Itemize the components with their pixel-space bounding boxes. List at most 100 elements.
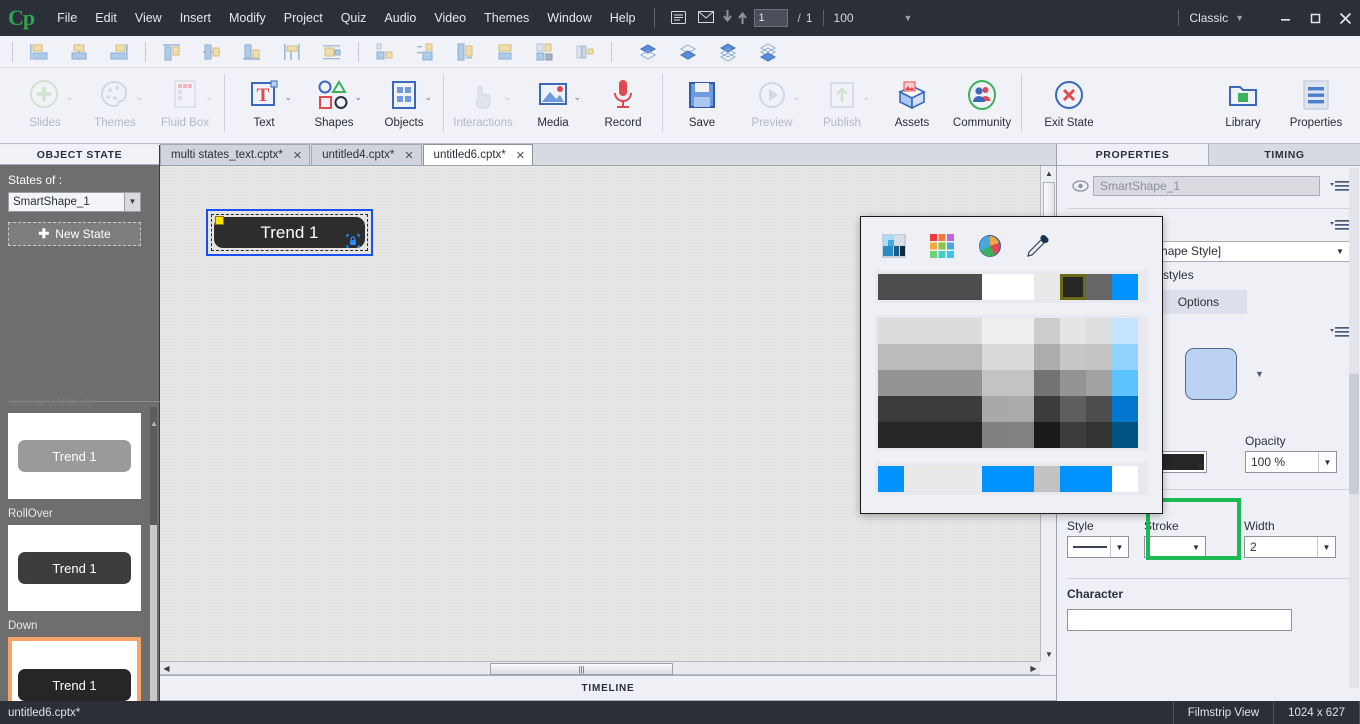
page-number-input[interactable]: 1 [754, 9, 789, 27]
swatches-icon[interactable] [879, 231, 909, 261]
color-swatch[interactable] [1034, 344, 1060, 370]
opacity-chevron-down-icon[interactable]: ▼ [1318, 452, 1336, 472]
menu-project[interactable]: Project [275, 7, 332, 29]
menu-file[interactable]: File [48, 7, 86, 29]
mail-icon[interactable] [698, 11, 715, 25]
media-button[interactable]: ⌄ Media [518, 68, 588, 140]
shape-preview-chevron-down-icon[interactable]: ▼ [1255, 369, 1264, 379]
color-swatch[interactable] [1060, 318, 1086, 344]
opacity-input[interactable]: 100 % ▼ [1245, 451, 1337, 473]
color-swatch[interactable] [1008, 396, 1034, 422]
themes-chevron-down-icon[interactable]: ⌄ [135, 92, 143, 103]
canvas-scroll-right-icon[interactable]: ▶ [1027, 662, 1040, 674]
match-size-icon[interactable] [565, 38, 605, 66]
color-swatch[interactable] [930, 396, 956, 422]
color-swatch[interactable] [1008, 344, 1034, 370]
scroll-up-icon[interactable]: ▲ [150, 419, 158, 428]
interactions-chevron-down-icon[interactable]: ⌄ [503, 92, 511, 103]
resize-handle-top-left[interactable] [215, 216, 224, 225]
move-down-icon[interactable] [723, 9, 733, 27]
send-to-back-icon[interactable] [668, 38, 708, 66]
color-picker-popup[interactable] [860, 216, 1163, 514]
color-swatch[interactable] [1034, 396, 1060, 422]
color-swatch[interactable] [1086, 344, 1112, 370]
menu-insert[interactable]: Insert [171, 7, 220, 29]
color-swatch[interactable] [1034, 370, 1060, 396]
color-swatch[interactable] [982, 344, 1008, 370]
properties-tab-bar[interactable]: PROPERTIES TIMING [1057, 144, 1360, 166]
color-swatch[interactable] [1008, 318, 1034, 344]
text-button[interactable]: T ⌄ Text [229, 68, 299, 140]
preview-chevron-down-icon[interactable]: ⌄ [792, 92, 800, 103]
color-swatch[interactable] [1060, 422, 1086, 448]
color-swatch[interactable] [930, 318, 956, 344]
color-swatch[interactable] [1112, 274, 1138, 300]
objects-button[interactable]: ⌄ Objects [369, 68, 439, 140]
color-swatch[interactable] [1034, 422, 1060, 448]
color-swatch[interactable] [1060, 466, 1086, 492]
color-swatch[interactable] [904, 274, 930, 300]
color-wheel-icon[interactable] [975, 231, 1005, 261]
state-object-select[interactable]: SmartShape_1 ▼ [8, 192, 141, 212]
slides-button[interactable]: ⌄ Slides [10, 68, 80, 140]
color-swatch[interactable] [930, 274, 956, 300]
color-swatch[interactable] [982, 370, 1008, 396]
color-swatch[interactable] [930, 370, 956, 396]
maximize-icon[interactable] [1300, 0, 1330, 36]
color-swatch[interactable] [878, 396, 904, 422]
subtab-options[interactable]: Options [1149, 290, 1248, 314]
document-tab-1[interactable]: untitled4.cptx* ✕ [311, 144, 422, 165]
fluid-box-button[interactable]: ⌄ Fluid Box [150, 68, 220, 140]
save-button[interactable]: Save [667, 68, 737, 140]
color-grid-icon[interactable] [927, 231, 957, 261]
resize-both-icon[interactable] [525, 38, 565, 66]
color-swatch[interactable] [1060, 274, 1086, 300]
color-swatch[interactable] [1086, 466, 1112, 492]
menu-modify[interactable]: Modify [220, 7, 275, 29]
color-swatch[interactable] [904, 370, 930, 396]
color-swatch[interactable] [1112, 370, 1138, 396]
color-swatch[interactable] [982, 422, 1008, 448]
send-backward-icon[interactable] [748, 38, 788, 66]
align-center-icon[interactable] [59, 38, 99, 66]
color-swatch[interactable] [878, 466, 904, 492]
color-swatch[interactable] [878, 422, 904, 448]
resize-height-icon[interactable] [485, 38, 525, 66]
object-menu-icon[interactable] [1320, 178, 1350, 194]
bring-to-front-icon[interactable] [628, 38, 668, 66]
zoom-level[interactable]: 100 [834, 11, 854, 25]
canvas-scroll-down-icon[interactable]: ▼ [1041, 647, 1057, 661]
minimize-icon[interactable] [1270, 0, 1300, 36]
color-swatch[interactable] [878, 318, 904, 344]
color-swatch[interactable] [1034, 318, 1060, 344]
status-view-mode[interactable]: Filmstrip View [1172, 701, 1273, 724]
eyedropper-icon[interactable] [1023, 231, 1053, 261]
color-swatch[interactable] [1086, 274, 1112, 300]
assets-button[interactable]: Assets [877, 68, 947, 140]
preview-button[interactable]: ⌄ Preview [737, 68, 807, 140]
distribute-vertically-icon[interactable] [405, 38, 445, 66]
themes-button[interactable]: ⌄ Themes [80, 68, 150, 140]
color-swatch[interactable] [878, 370, 904, 396]
document-tab-0[interactable]: multi states_text.cptx* ✕ [160, 144, 311, 165]
stroke-style-chevron-down-icon[interactable]: ▼ [1110, 537, 1128, 557]
recent-colors-row[interactable] [875, 271, 1148, 303]
color-swatch[interactable] [1086, 422, 1112, 448]
new-state-button[interactable]: ✚ New State [8, 222, 141, 246]
color-swatch[interactable] [1086, 318, 1112, 344]
media-chevron-down-icon[interactable]: ⌄ [573, 92, 581, 103]
stroke-width-chevron-down-icon[interactable]: ▼ [1317, 537, 1335, 557]
menu-edit[interactable]: Edit [86, 7, 126, 29]
align-right-icon[interactable] [99, 38, 139, 66]
canvas-scroll-up-icon[interactable]: ▲ [1041, 166, 1057, 180]
align-horizontal-center-icon[interactable] [312, 38, 352, 66]
color-palette-grid[interactable] [875, 315, 1148, 451]
shape-preview[interactable] [1185, 348, 1237, 400]
color-swatch[interactable] [1086, 370, 1112, 396]
color-swatch[interactable] [1008, 274, 1034, 300]
close-icon[interactable]: ✕ [404, 149, 413, 162]
interactions-button[interactable]: ⌄ Interactions [448, 68, 518, 140]
tab-properties[interactable]: PROPERTIES [1057, 144, 1208, 165]
object-name-field[interactable]: SmartShape_1 [1093, 176, 1320, 196]
menu-view[interactable]: View [126, 7, 171, 29]
